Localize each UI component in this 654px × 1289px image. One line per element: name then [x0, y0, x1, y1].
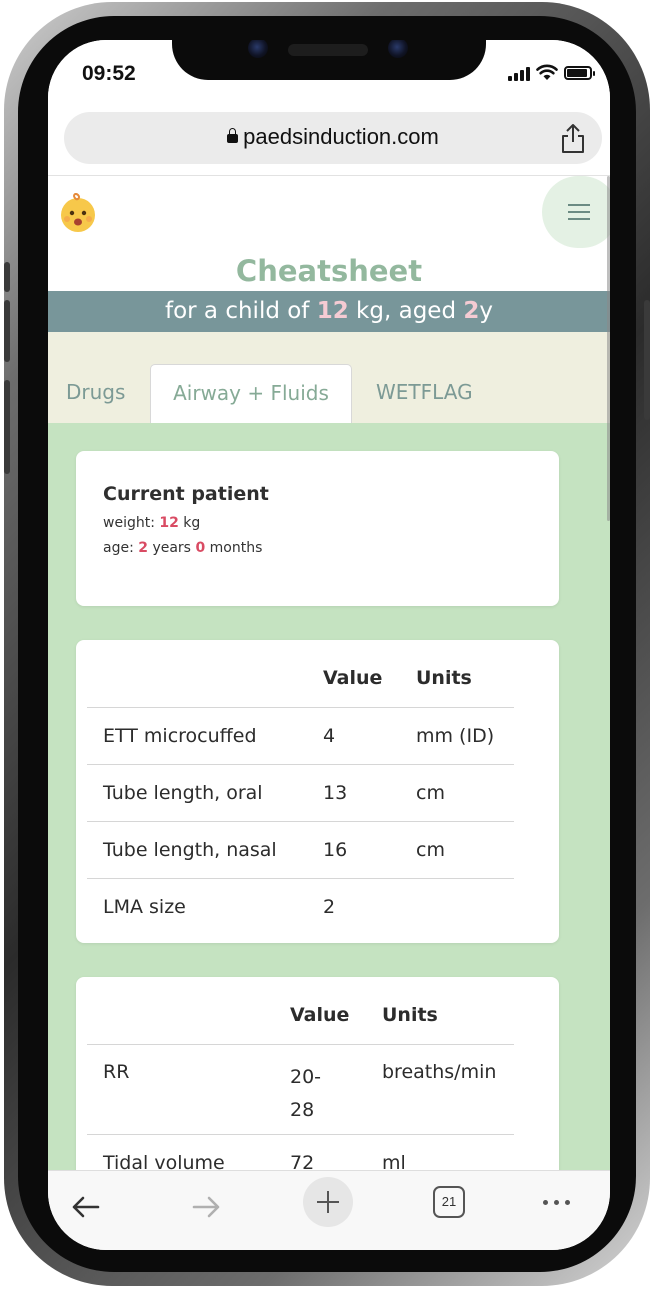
row-label: RR [87, 1043, 274, 1134]
column-header: Units [382, 1004, 438, 1027]
face-sensor-icon [388, 40, 408, 58]
age-line: age: 2 years 0 months [103, 540, 263, 556]
age-years-value: 2 [138, 540, 148, 556]
tab-drugs[interactable]: Drugs [66, 364, 125, 423]
site-header: Cheatsheet [48, 176, 610, 291]
ventilation-table-card: Value Units RR 20- 28 breaths/min Tidal … [76, 977, 559, 1170]
new-tab-plus-icon[interactable] [303, 1177, 353, 1227]
earpiece-speaker [288, 44, 368, 56]
subtitle-suffix: y [479, 298, 493, 324]
url-display[interactable]: paedsinduction.com [64, 124, 602, 150]
row-value: 72 [274, 1133, 366, 1170]
baby-face-icon[interactable] [58, 192, 98, 232]
table-row: LMA size 2 [87, 877, 514, 935]
row-value: 13 [307, 763, 400, 821]
row-units: breaths/min [366, 1043, 514, 1134]
row-units [400, 877, 514, 935]
hamburger-menu-icon [568, 204, 590, 225]
row-units: cm [400, 763, 514, 821]
age-months-value: 0 [195, 540, 206, 556]
current-patient-card: Current patient weight: 12 kg age: 2 yea… [76, 451, 559, 606]
browser-url-area: paedsinduction.com [48, 110, 610, 176]
row-value: 2 [307, 877, 400, 935]
tabs-icon[interactable]: 21 [433, 1186, 465, 1218]
more-dots-icon[interactable] [543, 1200, 570, 1205]
silent-switch [4, 262, 10, 292]
lock-icon [227, 128, 239, 143]
subtitle-mid: kg, aged [348, 298, 464, 324]
subtitle-prefix: for a child of [164, 298, 317, 324]
table-row: Tube length, oral 13 cm [87, 763, 514, 821]
table-header-row: Value Units [87, 650, 514, 707]
column-header: Value [323, 667, 383, 690]
column-header: Units [416, 667, 472, 690]
ventilation-table: Value Units RR 20- 28 breaths/min Tidal … [87, 987, 514, 1170]
row-value: 20- 28 [274, 1043, 366, 1134]
airway-table-card: Value Units ETT microcuffed 4 mm (ID) Tu… [76, 640, 559, 943]
forward-arrow-icon[interactable] [188, 1185, 224, 1229]
status-icons [508, 64, 595, 81]
column-header [87, 987, 274, 1044]
wifi-icon [536, 64, 558, 80]
web-content: Cheatsheet for a child of 12 kg, aged 2y… [48, 176, 610, 1170]
row-label: LMA size [87, 877, 307, 935]
page-scrollbar[interactable] [607, 176, 610, 521]
phone-screen: 09:52 paedsinduction.com Cheatsheet for … [48, 40, 610, 1250]
row-label: ETT microcuffed [87, 706, 307, 764]
notch [172, 40, 486, 80]
back-arrow-icon[interactable] [68, 1185, 104, 1229]
card-title: Current patient [103, 483, 269, 505]
volume-up-button [4, 300, 10, 362]
row-units: ml [366, 1133, 514, 1170]
tab-airway-fluids[interactable]: Airway + Fluids [150, 364, 352, 423]
row-value: 16 [307, 820, 400, 878]
status-time: 09:52 [82, 62, 136, 85]
url-text: paedsinduction.com [243, 124, 439, 149]
column-header: Value [290, 1004, 350, 1027]
volume-down-button [4, 380, 10, 474]
weight-value: 12 [159, 515, 179, 531]
row-label: Tube length, nasal [87, 820, 307, 878]
table-row: ETT microcuffed 4 mm (ID) [87, 706, 514, 764]
front-camera-icon [248, 40, 268, 58]
address-bar[interactable]: paedsinduction.com [64, 112, 602, 164]
page-title: Cheatsheet [235, 254, 423, 288]
signal-icon [508, 65, 530, 81]
column-header [87, 650, 307, 707]
subtitle-age: 2 [463, 298, 480, 324]
tab-bar: Drugs Airway + Fluids WETFLAG [48, 332, 610, 423]
table-row: RR 20- 28 breaths/min [87, 1043, 514, 1134]
row-value: 4 [307, 706, 400, 764]
patient-subtitle: for a child of 12 kg, aged 2y [48, 291, 610, 332]
table-header-row: Value Units [87, 987, 514, 1044]
power-button [644, 300, 650, 420]
row-label: Tidal volume [87, 1133, 274, 1170]
table-row: Tidal volume 72 ml [87, 1133, 514, 1170]
battery-icon [564, 65, 595, 80]
share-icon[interactable] [558, 122, 588, 154]
browser-toolbar: 21 [48, 1170, 610, 1250]
menu-button[interactable] [542, 176, 610, 248]
status-bar: 09:52 [48, 40, 610, 110]
weight-line: weight: 12 kg [103, 515, 201, 531]
tab-wetflag[interactable]: WETFLAG [376, 364, 473, 423]
airway-table: Value Units ETT microcuffed 4 mm (ID) Tu… [87, 650, 514, 935]
subtitle-weight: 12 [316, 298, 349, 324]
row-label: Tube length, oral [87, 763, 307, 821]
row-units: mm (ID) [400, 706, 514, 764]
row-units: cm [400, 820, 514, 878]
table-row: Tube length, nasal 16 cm [87, 820, 514, 878]
